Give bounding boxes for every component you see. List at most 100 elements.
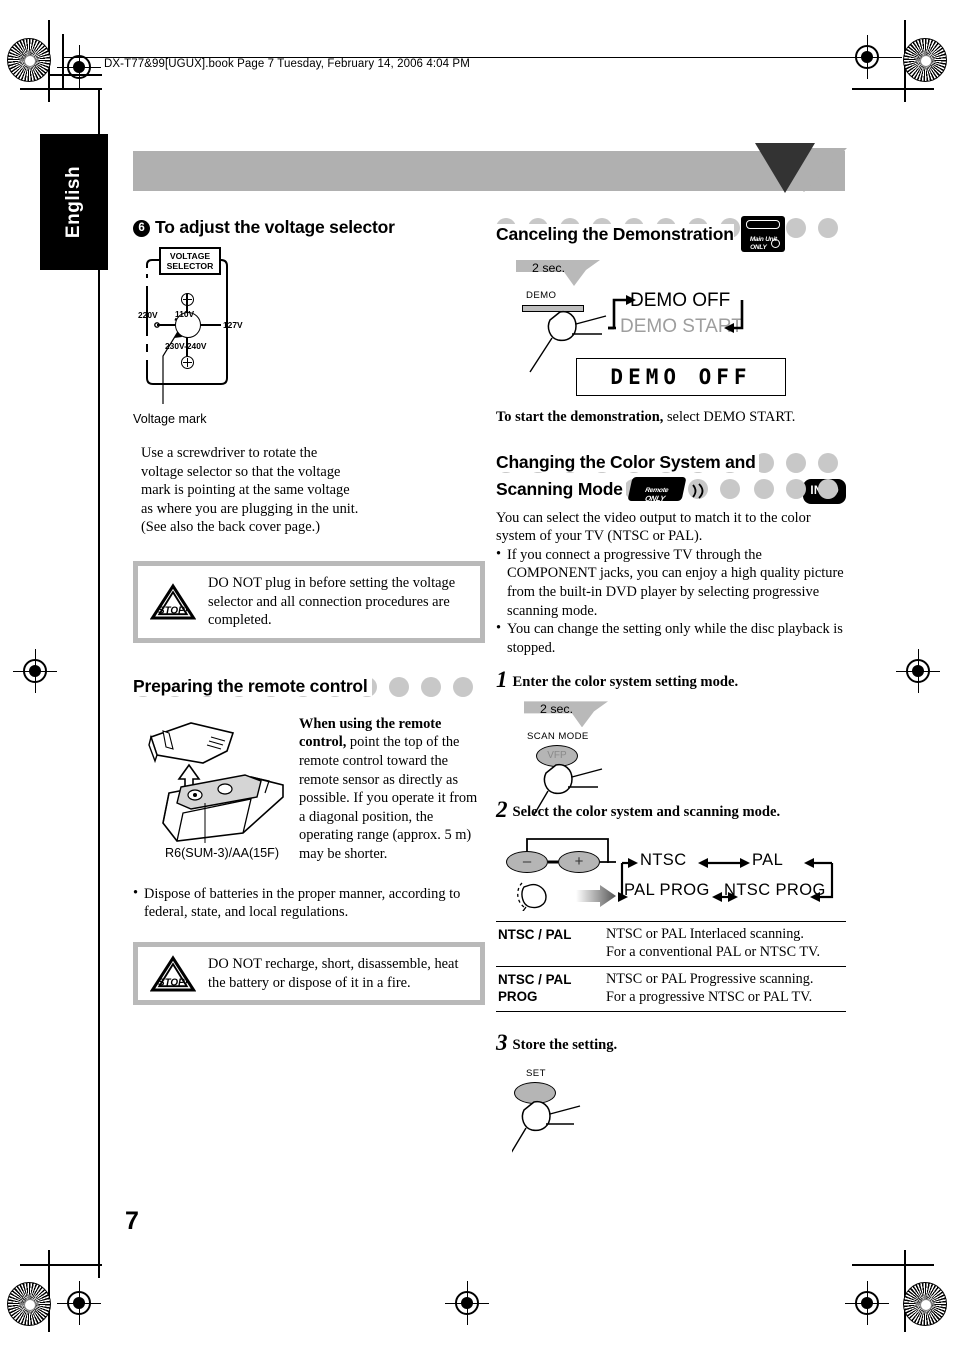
step-3-number: 3 [496,1029,508,1055]
step2-flow-arrows [618,858,834,903]
voltage-selector-body-text: Use a screwdriver to rotate the voltage … [141,445,359,536]
right-column: Canceling the Demonstration Main Unit ON… [496,216,846,1153]
voltage-label-line2: SELECTOR [166,261,214,271]
voltage-value-230-240: 230V-240V [165,341,207,351]
hold-time-label: 2 sec. [540,702,574,717]
mode-key-2-line2: PROG [498,989,538,1005]
document-page: DX-T77&99[UGUX].book Page 7 Tuesday, Feb… [0,0,954,1351]
scanning-modes-table: NTSC / PAL NTSC or PAL Interlaced scanni… [496,921,846,1012]
demo-start-footnote-bold: To start the demonstration, [496,409,664,425]
heading-voltage-selector-text: To adjust the voltage selector [155,217,395,237]
print-target-tr [903,38,947,82]
remote-only-badge: Remote ONLY [627,476,687,503]
print-target-bl [7,1282,51,1326]
crop-mark-bl-h [20,1264,102,1266]
mode-key-2: NTSC / PAL PROG [496,966,604,1012]
lcd-text: DEMO OFF [610,365,752,389]
voltage-value-220: 220V [138,310,158,320]
step-1: 1 Enter the color system setting mode. [496,667,846,693]
main-unit-only-badge: Main Unit ONLY [741,216,786,252]
warning-box-battery: STOP! DO NOT recharge, short, disassembl… [133,941,485,1006]
mode-value-2: NTSC or PAL Progressive scanning. For a … [604,966,846,1012]
mode-value-2-line2: For a progressive NTSC or PAL TV. [606,988,813,1005]
heading-canceling-demonstration: Canceling the Demonstration Main Unit ON… [496,216,846,252]
step-3: 3 Store the setting. [496,1030,846,1056]
svg-text:STOP!: STOP! [158,605,189,616]
warning-box-battery-text: DO NOT recharge, short, disassemble, hea… [208,955,459,991]
hold-2-sec-arrow-demo: 2 sec. [516,260,600,286]
lcd-display: DEMO OFF [576,358,786,396]
decorative-band [133,151,845,191]
demo-flow-arrows [608,295,744,333]
step-1-number: 1 [496,667,508,693]
language-tab: English [40,134,108,270]
voltage-selector-label-box: VOLTAGE SELECTOR [159,247,221,275]
color-system-intro: You can select the video output to match… [496,509,811,545]
step-1-title: Enter the color system setting mode. [512,674,739,691]
decorative-triangle-dark [755,143,815,193]
mode-key-2-line1: NTSC / PAL [498,972,572,988]
display-window-icon [746,220,781,229]
mode-value-1: NTSC or PAL Interlaced scanning. For a c… [604,921,846,967]
battery-disposal-list: Dispose of batteries in the proper manne… [133,884,485,922]
finger-press-set-icon [512,1100,581,1153]
crop-mark-tl-h [20,88,102,90]
remote-control-drawing [148,721,284,843]
registration-mark-mid-right [896,649,940,693]
demo-start-footnote: To start the demonstration, select DEMO … [496,408,846,427]
remote-battery-diagram: R6(SUM-3)/AA(15F) [133,715,293,867]
list-item: Dispose of batteries in the proper manne… [133,884,485,922]
remote-usage-text: When using the remote control, point the… [299,715,481,864]
list-item: You can change the setting only while th… [496,619,846,657]
mode-value-2-line1: NTSC or PAL Progressive scanning. [606,971,814,988]
signal-waves-icon [689,480,709,499]
svg-text:STOP!: STOP! [158,977,189,988]
heading-color-system-text-1: Changing the Color System and [496,451,759,472]
mode-key-1: NTSC / PAL [496,921,604,967]
registration-mark-bottom-right [845,1281,889,1325]
crop-mark-tr-h [852,88,934,90]
battery-type-caption: R6(SUM-3)/AA(15F) [165,845,280,860]
print-target-tl [7,38,51,82]
warning-box-voltage: STOP! DO NOT plug in before setting the … [133,560,485,643]
voltage-mark-caption: Voltage mark [133,412,207,426]
screw-icon-top [181,293,194,306]
page-number: 7 [125,1207,139,1235]
main-unit-badge-line2: ONLY [750,244,767,251]
print-target-br [903,1282,947,1326]
header-filename: DX-T77&99[UGUX].book Page 7 Tuesday, Feb… [104,58,470,70]
hold-2-sec-arrow-scan: 2 sec. [524,701,608,728]
step-3-title: Store the setting. [512,1036,618,1053]
finger-press-scan-icon [534,764,603,817]
registration-mark-bottom-left [57,1281,101,1325]
crop-mark-br-h [852,1264,934,1266]
screw-icon-bottom [181,356,194,369]
demo-button-label: DEMO [526,290,557,301]
stop-icon: STOP! [150,954,196,992]
mode-value-1-line2: For a conventional PAL or NTSC TV. [606,943,820,960]
heading-preparing-remote: Preparing the remote control [133,675,485,699]
voltage-label-line1: VOLTAGE [169,251,211,261]
heading-voltage-selector: 6 To adjust the voltage selector [133,216,485,238]
set-button-label: SET [526,1067,546,1079]
heading-color-system-text-2: Scanning Mode [496,478,626,499]
heading-color-system-line2: Scanning Mode Remote ONLY INFO [496,476,846,504]
stop-icon: STOP! [150,583,196,620]
remote-badge-line2: ONLY [644,493,667,503]
language-tab-label: English [63,165,84,239]
warning-box-voltage-text: DO NOT plug in before setting the voltag… [208,574,456,629]
hold-time-label: 2 sec. [532,261,566,275]
crop-mark-bl-v [48,1250,50,1332]
registration-mark-mid-left [13,649,57,693]
crop-mark-br-v [904,1250,906,1332]
table-row: NTSC / PAL NTSC or PAL Interlaced scanni… [496,921,846,967]
remote-usage-text-rest: point the top of the remote control towa… [299,734,478,862]
heading-canceling-demonstration-text: Canceling the Demonstration [496,224,734,244]
voltage-value-110: 110V [175,309,195,319]
voltage-selector-diagram: VOLTAGE SELECTOR 110V 220V 127V 230V-240… [133,247,253,444]
list-item: If you connect a progressive TV through … [496,545,846,620]
demo-start-footnote-rest: select DEMO START. [663,409,796,425]
color-system-bullets: If you connect a progressive TV through … [496,545,846,658]
registration-mark-bottom-center [445,1281,489,1325]
heading-preparing-remote-text: Preparing the remote control [133,675,372,696]
